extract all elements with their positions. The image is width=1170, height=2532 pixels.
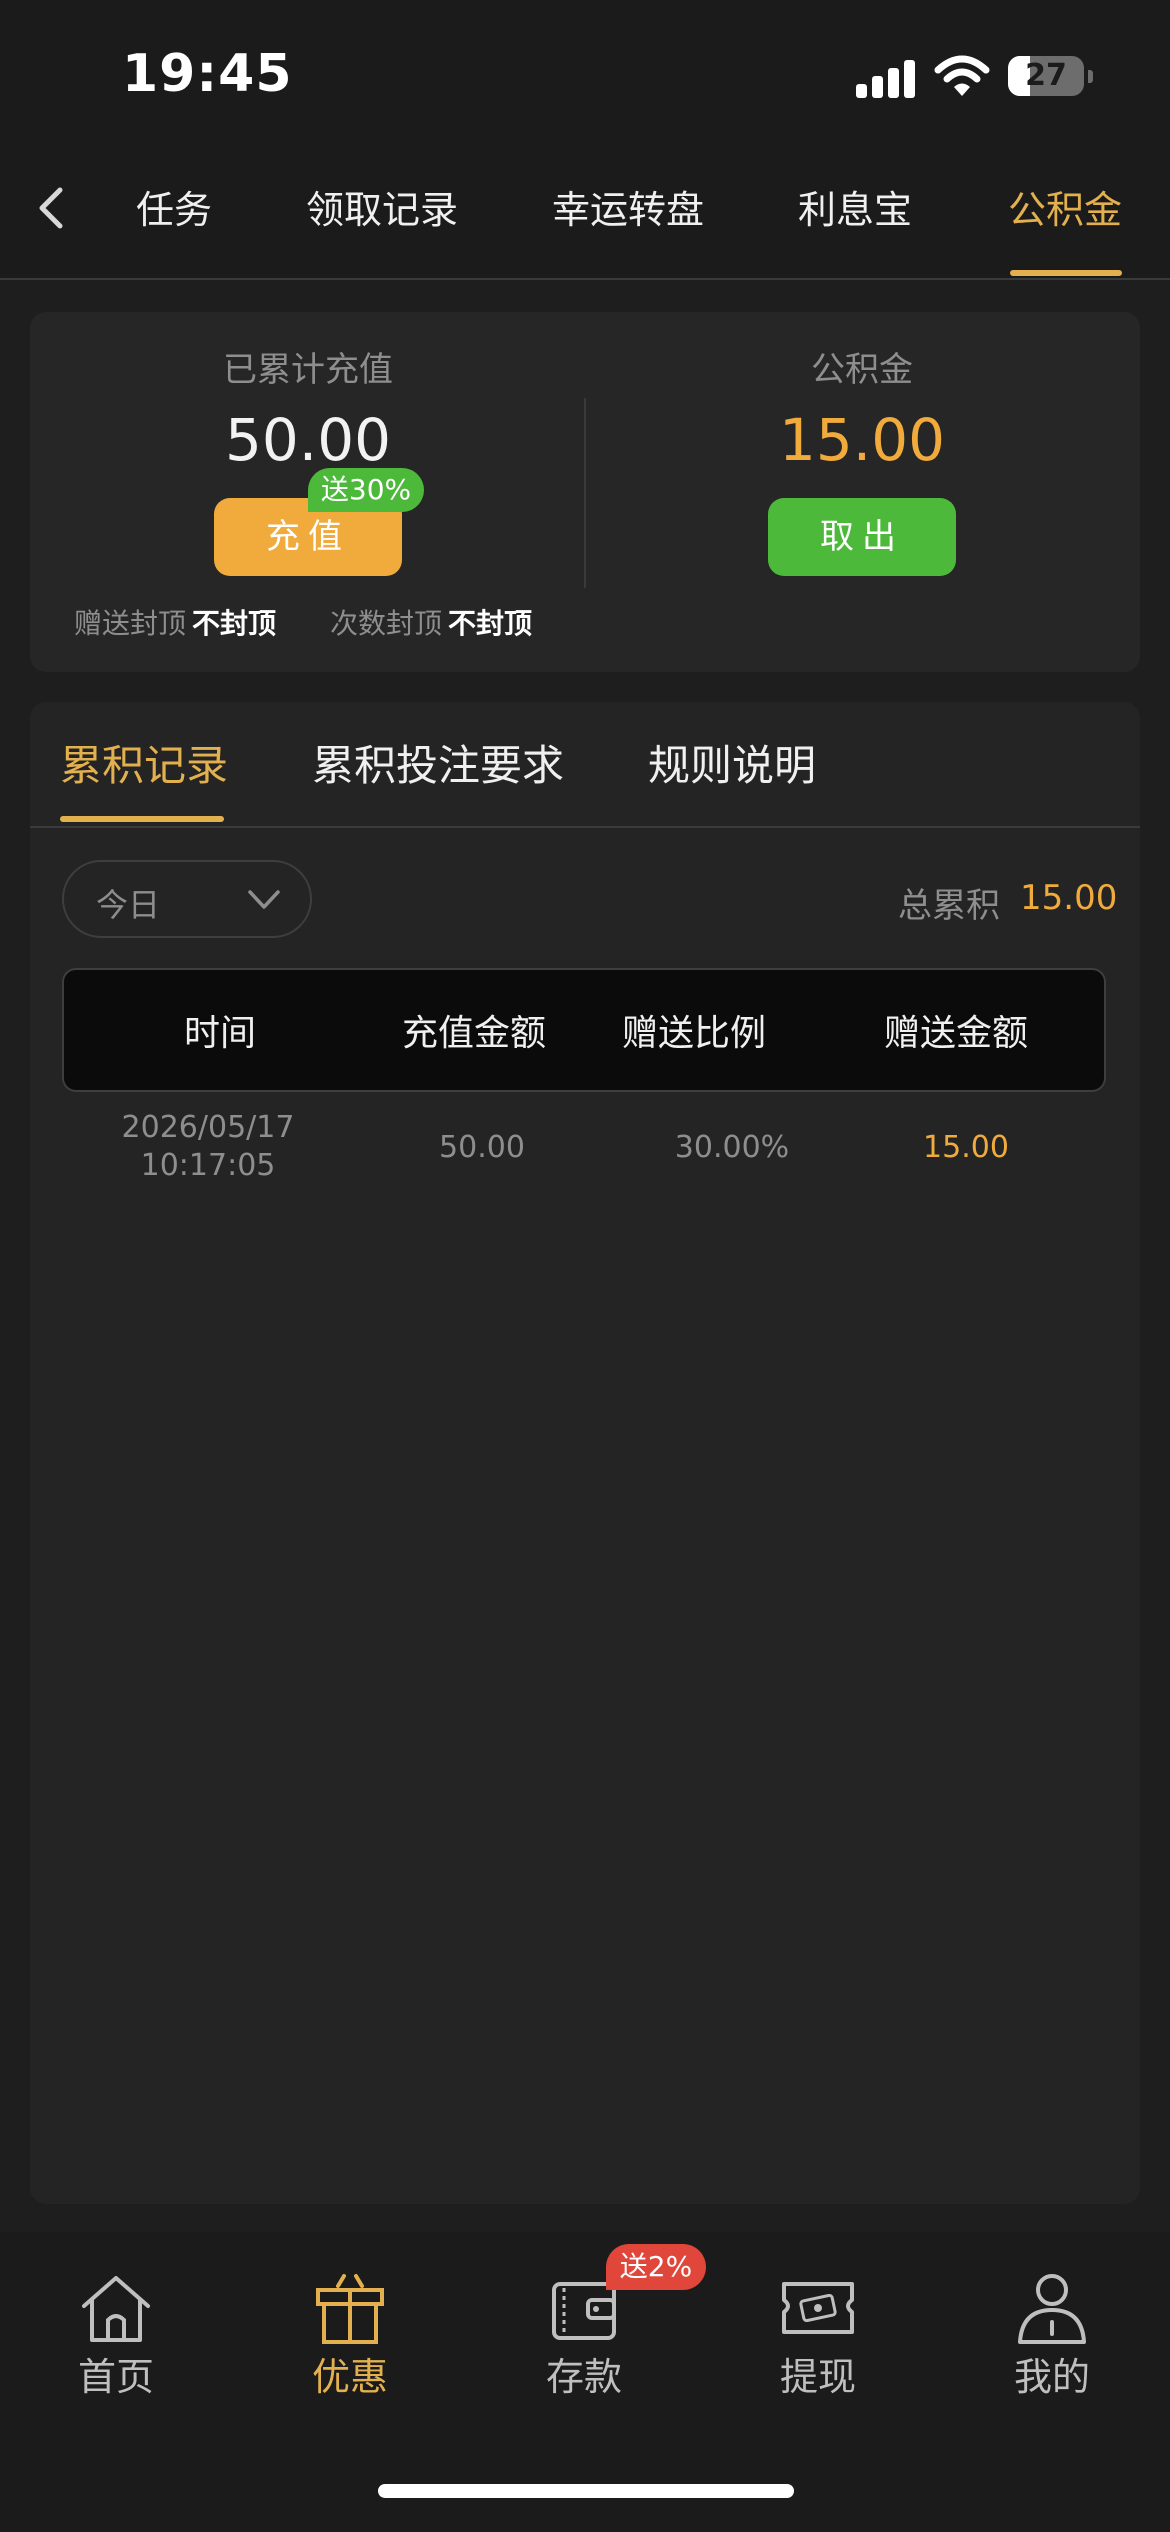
bonus-cap: 赠送封顶 不封顶 [74,602,276,642]
tabbar-withdraw-label: 提现 [779,2355,856,2399]
recharged-label: 已累计充值 [223,350,393,390]
tabbar-withdraw[interactable]: 提现 [738,2272,898,2401]
tabbar-deposit-label: 存款 [545,2355,622,2399]
tabbar-deposit[interactable]: 存款 [504,2272,664,2401]
column-recharge-amount: 充值金额 [401,1013,546,1054]
tab-betting-requirements[interactable]: 累积投注要求 [312,732,564,793]
gift-icon [316,2274,384,2344]
active-tab-indicator [1010,270,1122,276]
bonus-cap-label: 赠送封顶 [74,607,187,640]
top-nav: 任务 领取记录 幸运转盘 利息宝 公积金 [0,150,1170,280]
battery-level: 27 [1025,58,1067,93]
table-row: 2026/05/17 10:17:05 50.00 30.00% 15.00 [62,1102,1106,1202]
count-cap: 次数封顶 不封顶 [330,602,532,642]
tabbar-home-label: 首页 [77,2355,154,2399]
ticket-icon [782,2282,854,2334]
count-cap-label: 次数封顶 [330,607,443,640]
date-filter-select[interactable]: 今日 [62,860,312,938]
row-date: 2026/05/17 [121,1110,295,1145]
bonus-cap-value: 不封顶 [192,607,277,640]
column-bonus-amount: 赠送金额 [883,1013,1028,1054]
recharged-value: 50.00 [224,406,392,474]
table-header: 时间 充值金额 赠送比例 赠送金额 [62,968,1106,1092]
column-time: 时间 [183,1013,256,1054]
row-bonus-amount: 15.00 [923,1130,1009,1165]
withdraw-button[interactable]: 取出 [768,498,956,576]
chevron-down-icon [248,890,280,909]
tabbar-profile[interactable]: 我的 [972,2272,1132,2401]
row-bonus-ratio: 30.00% [674,1130,790,1165]
records-panel: 累积记录 累积投注要求 规则说明 今日 总累积 15.00 时间 充值金额 赠送… [30,702,1140,2204]
cellular-signal-icon [856,58,916,98]
total-accumulated-label: 总累积 [898,886,1000,926]
wifi-icon [934,55,990,96]
tab-interest[interactable]: 利息宝 [798,180,912,240]
battery-tip [1088,70,1093,83]
date-filter-value: 今日 [96,886,161,924]
tab-accumulation-records[interactable]: 累积记录 [60,732,228,793]
tabbar-promotions-label: 优惠 [311,2355,388,2399]
total-accumulated-value: 15.00 [1020,878,1118,918]
tabbar-promotions[interactable]: 优惠 [270,2272,430,2401]
back-icon[interactable] [22,178,82,238]
records-tab-indicator [60,816,224,822]
summary-card: 已累计充值 50.00 充值 送30% 公积金 15.00 取出 赠送封顶 不封顶… [30,312,1140,672]
fund-value: 15.00 [778,406,946,474]
tab-lucky-wheel[interactable]: 幸运转盘 [552,180,704,240]
tab-task[interactable]: 任务 [136,180,212,240]
deposit-bonus-badge: 送2% [606,2244,706,2290]
tabbar-profile-label: 我的 [1013,2355,1090,2399]
recharge-bonus-badge: 送30% [308,468,424,512]
status-bar: 19:45 27 [0,0,1170,150]
divider [584,398,586,588]
tab-provident-fund[interactable]: 公积金 [1008,180,1122,240]
row-time: 10:17:05 [140,1148,276,1183]
fund-label: 公积金 [811,350,913,390]
home-indicator[interactable] [378,2484,794,2498]
battery-icon: 27 [1008,56,1084,96]
tab-rules[interactable]: 规则说明 [648,732,816,793]
tabbar-home[interactable]: 首页 [36,2272,196,2401]
count-cap-value: 不封顶 [448,607,533,640]
home-icon [82,2276,150,2342]
user-icon [1018,2274,1086,2344]
status-time: 19:45 [122,44,293,104]
column-bonus-ratio: 赠送比例 [621,1013,766,1054]
records-tabs: 累积记录 累积投注要求 规则说明 [30,702,1140,828]
row-recharge-amount: 50.00 [439,1130,525,1165]
tab-claim-records[interactable]: 领取记录 [306,180,458,240]
